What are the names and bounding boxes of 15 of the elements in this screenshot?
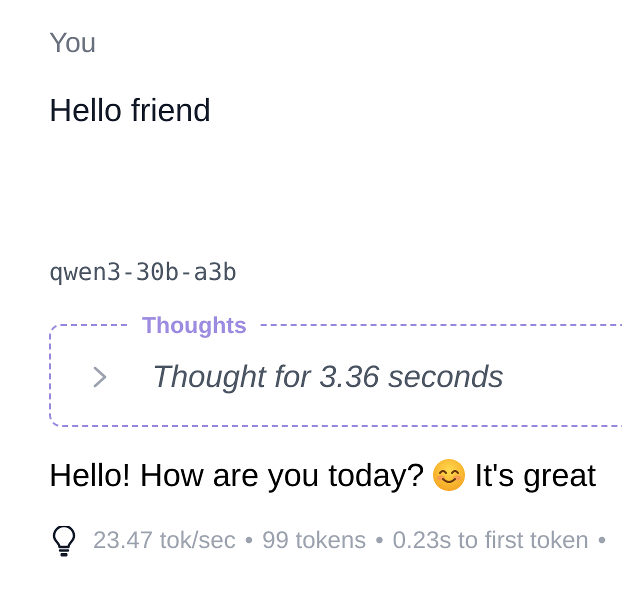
sender-name: You <box>49 27 96 59</box>
user-message: Hello friend <box>49 91 211 130</box>
smiling-face-icon <box>433 459 466 491</box>
separator-text: • <box>598 526 606 556</box>
separator-text: • <box>244 526 254 556</box>
thoughts-toggle[interactable]: Thought for 3.36 seconds <box>93 357 504 397</box>
separator-text: • <box>375 526 384 556</box>
assistant-message-text: It's great <box>474 456 596 494</box>
lightbulb-icon[interactable] <box>52 526 76 556</box>
stat-text: 0.23s to first token <box>392 526 589 556</box>
thoughts-legend: Thoughts <box>130 310 259 340</box>
stat-text: 99 tokens <box>262 526 366 556</box>
assistant-message-text: Hello! How are you today? <box>49 456 424 494</box>
model-name: qwen3-30b-a3b <box>49 257 237 288</box>
stat-text: 23.47 tok/sec <box>93 526 236 556</box>
